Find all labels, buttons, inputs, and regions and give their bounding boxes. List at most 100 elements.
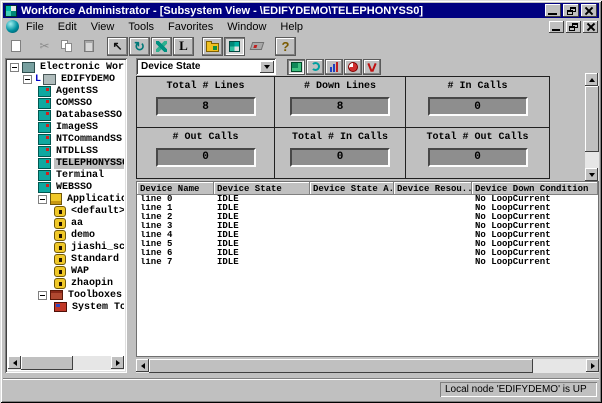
chevron-down-icon[interactable] [260,61,274,73]
refresh-view-button[interactable] [306,59,324,75]
table-row[interactable]: line 6 IDLE No LoopCurrent [137,249,598,258]
menu-favorites[interactable]: Favorites [161,20,220,34]
view-selector[interactable]: Device State [136,58,276,75]
column-extra[interactable] [598,182,599,195]
cut-button[interactable]: ✂ [34,37,55,56]
table-row[interactable]: line 4 IDLE No LoopCurrent [137,231,598,240]
publish-button[interactable] [246,37,267,56]
bar-chart-icon [330,62,338,72]
device-monitor-button[interactable] [287,59,305,75]
mdi-close-button-icon[interactable] [583,21,598,33]
table-row[interactable]: line 0 IDLE No LoopCurrent [137,195,598,204]
table-row[interactable]: line 7 IDLE No LoopCurrent [137,258,598,267]
column-device-name[interactable]: Device Name [137,182,214,195]
tree-item-default[interactable]: <default> [8,205,124,217]
restore-button-icon[interactable] [563,4,579,17]
tree-item-databasesso[interactable]: DatabaseSSO [8,109,124,121]
refresh-button[interactable]: ↻ [129,37,150,56]
menu-window[interactable]: Window [220,20,273,34]
tree-item-system-toolbox[interactable]: System To [8,301,124,313]
tree-item-comsso[interactable]: COMSSO [8,97,124,109]
collapse-icon[interactable] [10,63,19,72]
pie-chart-icon [348,62,358,72]
table-row[interactable]: line 5 IDLE No LoopCurrent [137,240,598,249]
collapse-icon[interactable] [38,195,47,204]
close-button-icon[interactable] [581,4,597,17]
tree-item-aa[interactable]: aa [8,217,124,229]
copy-button[interactable] [56,37,77,56]
table-horizontal-scrollbar[interactable] [136,359,599,373]
tree-item-terminal[interactable]: Terminal [8,169,124,181]
mdi-restore-button-icon[interactable] [566,21,581,33]
table-row[interactable]: line 1 IDLE No LoopCurrent [137,204,598,213]
tree-panel: Electronic Workfor L EDIFYDEMO AgentSS C… [5,58,127,373]
menu-file[interactable]: File [19,20,51,34]
table-row[interactable]: line 3 IDLE No LoopCurrent [137,222,598,231]
subsystem-view-panel: Device State Total # Lines 8 [134,57,599,373]
mdi-minimize-button-icon[interactable] [549,21,564,33]
collapse-icon[interactable] [38,291,47,300]
tree-item-telephonyss0[interactable]: TELEPHONYSS0 [8,157,124,169]
menu-view[interactable]: View [84,20,122,34]
scroll-right-icon[interactable] [586,359,599,372]
scrollbar-thumb[interactable] [585,86,599,152]
stat-value: 0 [428,97,528,116]
scroll-left-icon[interactable] [136,359,149,372]
column-device-resource[interactable]: Device Resou... [394,182,472,195]
tree-item-zhaopin[interactable]: zhaopin [8,277,124,289]
mdi-system-icon[interactable] [6,20,19,33]
tree-item-jiashi[interactable]: jiashi_sc [8,241,124,253]
menu-help[interactable]: Help [273,20,310,34]
collapse-icon[interactable] [23,75,32,84]
scroll-right-icon[interactable] [111,356,124,369]
bar-chart-button[interactable] [325,59,343,75]
scrollbar-thumb[interactable] [149,359,533,373]
new-document-button[interactable] [5,37,26,56]
application-icon [54,254,66,265]
log-button[interactable]: L [173,37,194,56]
select-pointer-button[interactable]: ↖ [107,37,128,56]
tree-item-edifydemo[interactable]: L EDIFYDEMO [8,73,124,85]
scroll-down-icon[interactable] [585,168,598,181]
node-icon [43,74,56,85]
menu-edit[interactable]: Edit [51,20,84,34]
application-icon [54,218,66,229]
stat-value: 8 [290,97,390,116]
client-area: Electronic Workfor L EDIFYDEMO AgentSS C… [3,57,599,375]
application-icon [54,278,66,289]
tree-item-application[interactable]: Application [8,193,124,205]
scroll-up-icon[interactable] [585,73,598,86]
toolboxes-icon [50,290,63,300]
application-folder-button[interactable] [202,37,223,56]
help-button[interactable]: ? [275,37,296,56]
menu-tools[interactable]: Tools [121,20,161,34]
tree-item-demo[interactable]: demo [8,229,124,241]
tree-item-ntcommandss[interactable]: NTCommandSS [8,133,124,145]
tree-item-toolboxes[interactable]: Toolboxes [8,289,124,301]
processes-icon [156,41,167,52]
scroll-left-icon[interactable] [8,356,21,369]
subsystem-view-button[interactable] [224,37,245,56]
column-device-state[interactable]: Device State [214,182,310,195]
column-device-state-attr[interactable]: Device State A... [310,182,394,195]
tree-item-websso[interactable]: WEBSSO [8,181,124,193]
scrollbar-thumb[interactable] [21,356,73,370]
subsystem-icon [38,158,51,169]
tree-item-agentss[interactable]: AgentSS [8,85,124,97]
workforce-icon [22,62,35,73]
table-row[interactable]: line 2 IDLE No LoopCurrent [137,213,598,222]
column-device-down-condition[interactable]: Device Down Condition [472,182,598,195]
tree-item-electronic-workforce[interactable]: Electronic Workfor [8,61,124,73]
tree-item-standard[interactable]: Standard [8,253,124,265]
minimize-button-icon[interactable] [545,4,561,17]
paste-button[interactable] [78,37,99,56]
processes-button[interactable] [151,37,172,56]
tree-item-ntdllss[interactable]: NTDLLSS [8,145,124,157]
tree-item-imagess[interactable]: ImageSS [8,121,124,133]
stat-down-lines: # Down Lines 8 [275,77,406,128]
tree-item-wap[interactable]: WAP [8,265,124,277]
tree-horizontal-scrollbar[interactable] [8,356,124,370]
validate-button[interactable] [363,59,381,75]
pie-chart-button[interactable] [344,59,362,75]
stats-vertical-scrollbar[interactable] [585,73,599,181]
